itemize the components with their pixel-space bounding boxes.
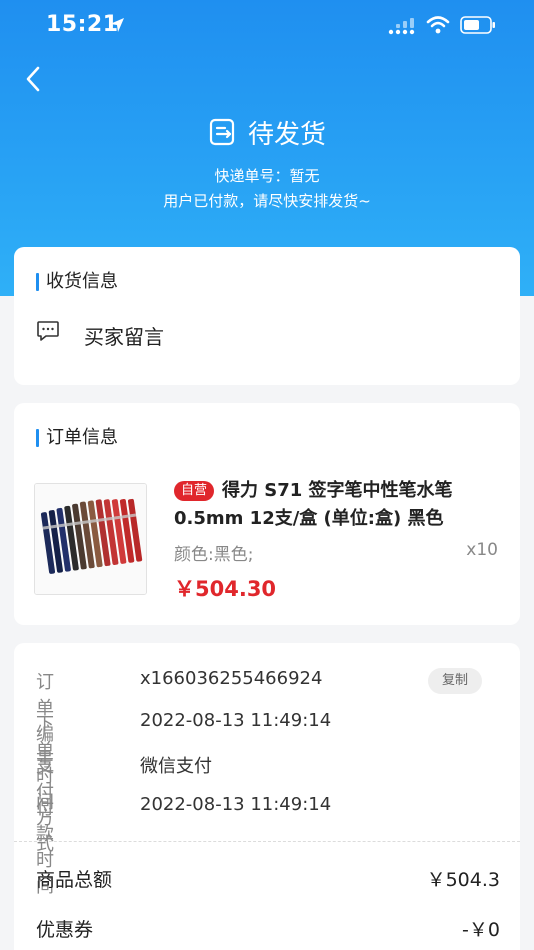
product-spec: 颜色:黑色; bbox=[174, 545, 254, 565]
cellular-signal-icon bbox=[388, 18, 415, 35]
coupon-row: 优惠券 -￥0 bbox=[36, 915, 500, 945]
order-info-card: 订单信息 自营 得力 S71 签字笔中性笔水笔 0.5mm 12支/盒 (单位:… bbox=[14, 403, 520, 625]
product-image[interactable] bbox=[34, 483, 147, 595]
order-number-value: x166036255466924 bbox=[140, 668, 323, 689]
coupon-value: -￥0 bbox=[462, 919, 500, 941]
payment-method-value: 微信支付 bbox=[140, 756, 212, 777]
product-price: ￥504.30 bbox=[174, 577, 277, 601]
status-subtitle: 用户已付款，请尽快安排发货~ bbox=[163, 192, 371, 210]
order-section-title: 订单信息 bbox=[36, 427, 118, 449]
pending-shipment-icon bbox=[209, 118, 235, 146]
payment-time-value: 2022-08-13 11:49:14 bbox=[140, 794, 332, 815]
message-icon bbox=[37, 321, 59, 341]
product-quantity: x10 bbox=[466, 540, 498, 560]
self-operated-badge: 自营 bbox=[174, 481, 215, 501]
battery-icon bbox=[460, 16, 495, 34]
summary-label: 优惠券 bbox=[36, 919, 94, 941]
copy-button[interactable]: 复制 bbox=[428, 668, 482, 694]
back-button[interactable] bbox=[18, 62, 52, 96]
order-detail-page: 15:21 待发货 快递单号：暂无 用户已付款，请尽快安排发货~ 收货信息 买家… bbox=[0, 0, 534, 950]
order-details-card: 订单编号 x166036255466924 复制 下单时间 2022-08-13… bbox=[14, 643, 520, 950]
goods-total-row: 商品总额 ￥504.3 bbox=[36, 865, 500, 895]
shipping-section-title: 收货信息 bbox=[36, 271, 118, 293]
dashed-divider bbox=[14, 841, 520, 842]
shipping-info-card: 收货信息 买家留言 bbox=[14, 247, 520, 385]
summary-label: 商品总额 bbox=[36, 869, 113, 891]
status-title-row: 待发货 bbox=[0, 110, 534, 154]
order-time-value: 2022-08-13 11:49:14 bbox=[140, 710, 332, 731]
location-arrow-icon bbox=[110, 18, 124, 32]
tracking-number: 快递单号：暂无 bbox=[214, 167, 320, 185]
goods-total-value: ￥504.3 bbox=[426, 869, 500, 891]
product-name-text: 得力 S71 签字笔中性笔水笔 0.5mm 12支/盒 (单位:盒) 黑色 bbox=[174, 480, 453, 529]
product-name[interactable]: 自营 得力 S71 签字笔中性笔水笔 0.5mm 12支/盒 (单位:盒) 黑色 bbox=[174, 477, 504, 533]
pens-image bbox=[35, 484, 146, 594]
status-bar: 15:21 bbox=[0, 0, 534, 54]
buyer-message-label: 买家留言 bbox=[84, 325, 164, 349]
wifi-icon bbox=[426, 16, 450, 34]
page-title: 待发货 bbox=[247, 119, 326, 150]
